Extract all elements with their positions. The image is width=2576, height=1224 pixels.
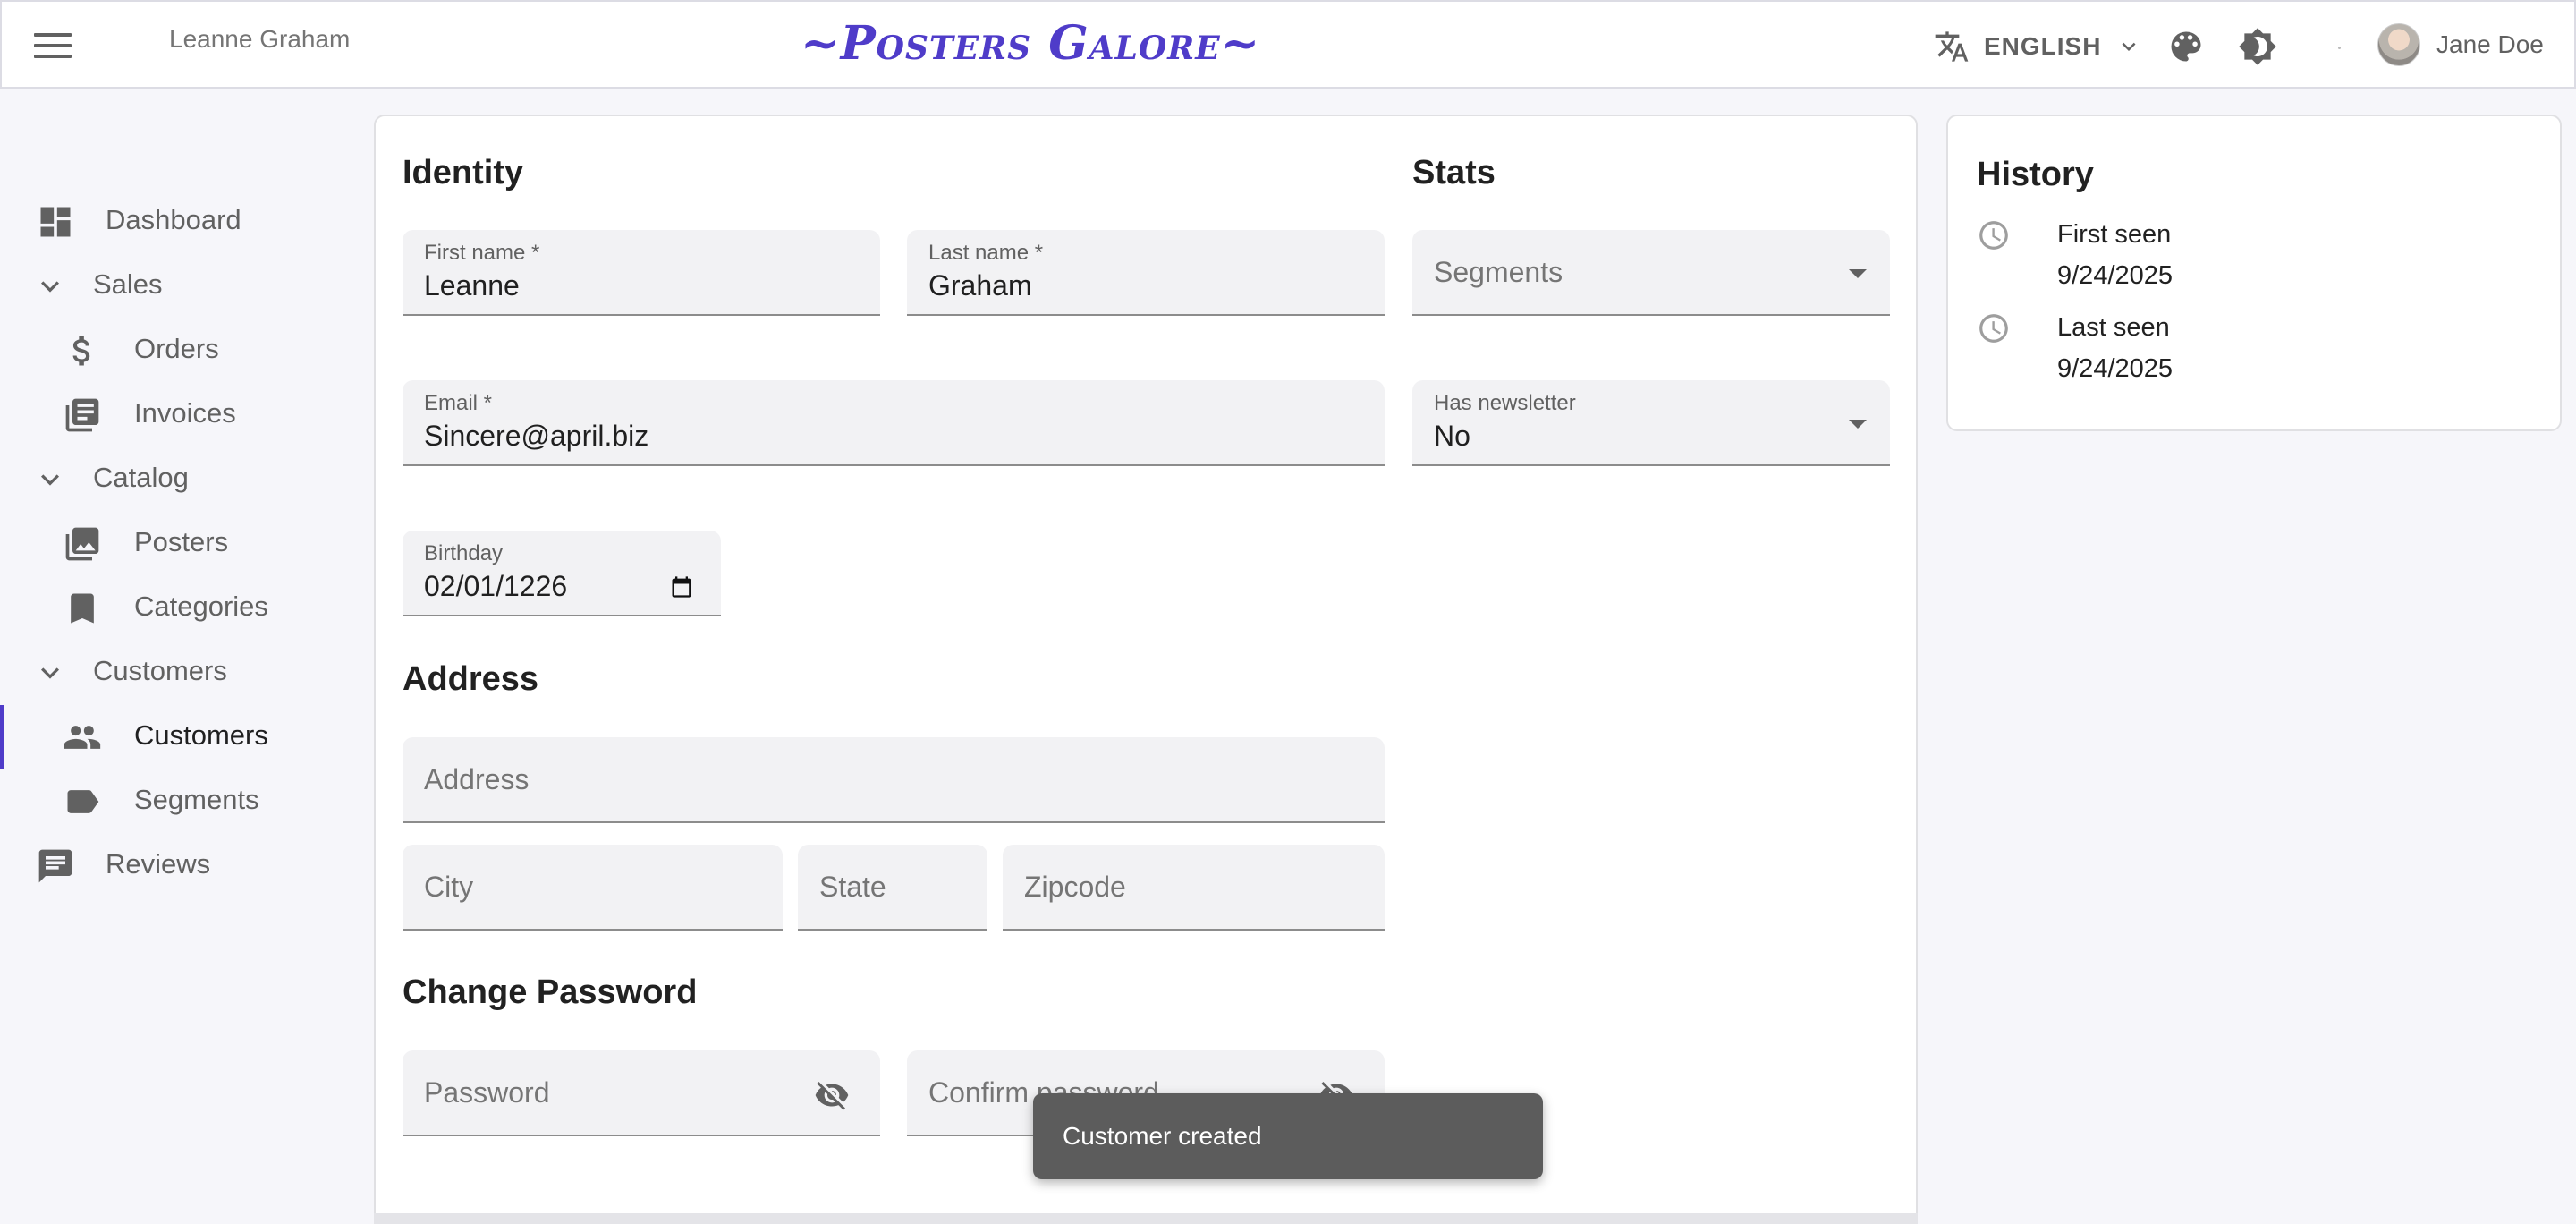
chevron-down-icon <box>30 653 70 693</box>
chevron-down-icon <box>30 460 70 499</box>
dashboard-icon <box>36 202 75 242</box>
sidebar-item-orders[interactable]: Orders <box>0 319 358 383</box>
clock-icon <box>1979 221 2008 250</box>
birthday-field[interactable]: Birthday 02/01/1226 <box>402 531 721 616</box>
image-icon <box>63 524 102 564</box>
address-title: Address <box>402 660 539 698</box>
avatar <box>2377 23 2420 66</box>
label-icon <box>63 782 102 821</box>
sidebar-item-posters[interactable]: Posters <box>0 512 358 576</box>
sidebar-group-customers[interactable]: Customers <box>0 641 358 705</box>
sidebar-group-catalog[interactable]: Catalog <box>0 447 358 512</box>
page-title: Leanne Graham <box>169 25 351 53</box>
toolbar-strip <box>374 1213 1918 1224</box>
invoices-icon <box>63 395 102 435</box>
email-field[interactable]: Email * Sincere@april.biz <box>402 380 1385 466</box>
chevron-down-icon <box>2122 42 2136 51</box>
brightness-icon[interactable] <box>2238 27 2277 66</box>
brand-logo: ~Posters Galore~ <box>801 16 1261 71</box>
sidebar-item-invoices[interactable]: Invoices <box>0 383 358 447</box>
password-field[interactable]: Password <box>402 1050 880 1136</box>
sidebar-item-label: Customers <box>93 655 227 686</box>
sidebar-item-customers[interactable]: Customers <box>0 705 358 769</box>
sidebar-item-segments[interactable]: Segments <box>0 769 358 834</box>
visibility-off-icon[interactable] <box>814 1077 850 1113</box>
identity-title: Identity <box>402 154 524 191</box>
language-label: ENGLISH <box>1984 32 2102 60</box>
stats-title: Stats <box>1412 154 1496 191</box>
sidebar-item-label: Customers <box>134 719 268 751</box>
customer-edit-form: Identity Stats First name * Leanne Last … <box>374 115 1918 1224</box>
sidebar-item-label: Segments <box>134 784 259 815</box>
people-icon <box>63 718 102 757</box>
sidebar-item-label: Posters <box>134 526 229 557</box>
language-selector[interactable]: ENGLISH <box>1934 29 2142 64</box>
loading-indicator <box>2338 47 2341 49</box>
sidebar-item-label: Invoices <box>134 397 236 429</box>
calendar-icon[interactable] <box>669 574 694 599</box>
sidebar-item-reviews[interactable]: Reviews <box>0 834 358 898</box>
segments-select[interactable]: Segments <box>1412 230 1890 316</box>
address-field[interactable]: Address <box>402 737 1385 823</box>
dollar-icon <box>63 331 102 370</box>
sidebar-item-label: Catalog <box>93 462 189 493</box>
last-name-field[interactable]: Last name * Graham <box>907 230 1385 316</box>
history-panel: History First seen 9/24/2025 Last seen 9… <box>1946 115 2562 431</box>
user-menu[interactable]: Jane Doe <box>2377 23 2544 66</box>
zipcode-field[interactable]: Zipcode <box>1003 845 1385 931</box>
translate-icon <box>1935 31 1969 62</box>
app-bar: Leanne Graham ~Posters Galore~ ENGLISH J… <box>0 0 2576 89</box>
sidebar-item-label: Orders <box>134 333 219 364</box>
sidebar-item-label: Dashboard <box>106 204 242 235</box>
user-name: Jane Doe <box>2436 30 2544 58</box>
chevron-down-icon <box>30 267 70 306</box>
menu-icon[interactable] <box>34 29 72 63</box>
has-newsletter-select[interactable]: Has newsletter No <box>1412 380 1890 466</box>
sidebar-item-label: Sales <box>93 268 163 300</box>
change-password-title: Change Password <box>402 973 698 1011</box>
state-field[interactable]: State <box>798 845 987 931</box>
sidebar-item-label: Reviews <box>106 848 211 880</box>
snackbar-notification: Customer created <box>1033 1093 1543 1179</box>
snackbar-message: Customer created <box>1063 1122 1262 1150</box>
city-field[interactable]: City <box>402 845 783 931</box>
first-name-field[interactable]: First name * Leanne <box>402 230 880 316</box>
palette-icon[interactable] <box>2166 27 2206 66</box>
comment-icon <box>36 846 75 886</box>
sidebar-group-sales[interactable]: Sales <box>0 254 358 319</box>
bookmark-icon <box>63 589 102 628</box>
dropdown-arrow-icon <box>1849 420 1867 429</box>
sidebar: Dashboard Sales Orders Invoices Catalog … <box>0 89 358 1224</box>
sidebar-item-label: Categories <box>134 591 268 622</box>
sidebar-item-categories[interactable]: Categories <box>0 576 358 641</box>
history-title: History <box>1977 156 2094 193</box>
sidebar-item-dashboard[interactable]: Dashboard <box>0 190 358 254</box>
clock-icon <box>1979 314 2008 343</box>
dropdown-arrow-icon <box>1849 269 1867 278</box>
